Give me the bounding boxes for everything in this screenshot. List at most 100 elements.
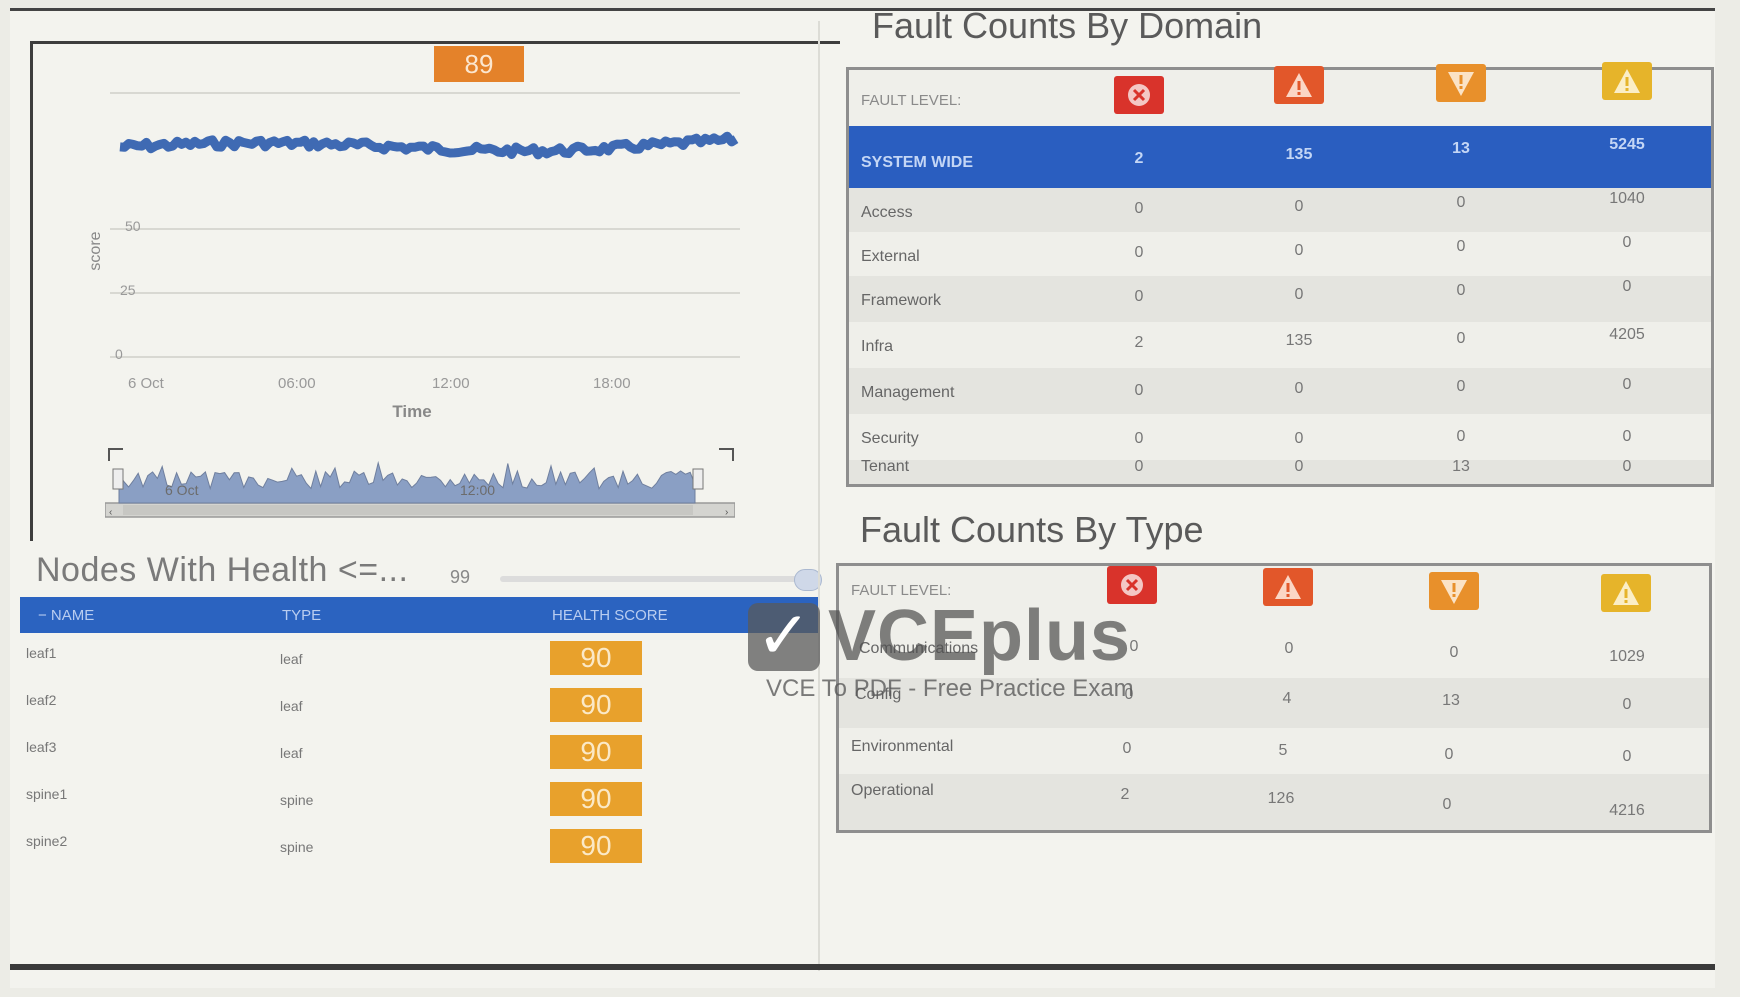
domain-row-external[interactable]: External 0 0 0 0 — [849, 232, 1711, 276]
count-warning[interactable]: 0 — [1587, 428, 1667, 446]
count-minor[interactable]: 0 — [1407, 796, 1487, 814]
domain-label: Management — [861, 384, 955, 401]
count-warning[interactable]: 4205 — [1587, 326, 1667, 344]
node-row-spine2[interactable]: spine2 spine 90 — [20, 821, 818, 868]
type-row-operational[interactable]: Operational 2 126 0 4216 — [839, 774, 1709, 830]
count-warning[interactable]: 0 — [1587, 748, 1667, 766]
count-minor[interactable]: 0 — [1421, 194, 1501, 212]
count-warning[interactable]: 0 — [1587, 278, 1667, 296]
x-tick-0600: 06:00 — [278, 375, 316, 392]
count-critical[interactable]: 0 — [1089, 686, 1169, 704]
health-threshold-slider[interactable] — [500, 576, 800, 582]
count-warning[interactable]: 0 — [1587, 234, 1667, 252]
node-row-leaf2[interactable]: leaf2 leaf 90 — [20, 680, 818, 727]
warning-icon[interactable] — [1602, 62, 1652, 100]
node-row-spine1[interactable]: spine1 spine 90 — [20, 774, 818, 821]
node-row-leaf3[interactable]: leaf3 leaf 90 — [20, 727, 818, 774]
type-row-config[interactable]: Config 0 4 13 0 — [839, 678, 1709, 728]
count-minor[interactable]: 0 — [1409, 746, 1489, 764]
health-score-badge: 90 — [550, 735, 642, 769]
node-type: spine — [280, 792, 314, 808]
domain-row-infra[interactable]: Infra 2 135 0 4205 — [849, 322, 1711, 368]
count-critical[interactable]: 0 — [1099, 244, 1179, 262]
navigator-left-handle[interactable] — [112, 468, 124, 490]
system-wide-critical[interactable]: 2 — [1099, 150, 1179, 168]
count-major[interactable]: 0 — [1259, 198, 1339, 216]
count-minor[interactable]: 0 — [1414, 644, 1494, 662]
panel-divider — [818, 21, 820, 971]
minor-icon[interactable] — [1436, 64, 1486, 102]
count-major[interactable]: 0 — [1259, 286, 1339, 304]
domain-row-security[interactable]: Security 0 0 0 0 — [849, 414, 1711, 460]
system-wide-warning[interactable]: 5245 — [1587, 136, 1667, 154]
domain-label: External — [861, 248, 920, 265]
count-warning[interactable]: 4216 — [1587, 802, 1667, 820]
system-wide-row[interactable]: SYSTEM WIDE 2 135 13 5245 — [849, 126, 1711, 188]
navigator-area — [118, 460, 696, 504]
count-major[interactable]: 0 — [1249, 640, 1329, 658]
count-warning[interactable]: 0 — [1587, 458, 1667, 476]
count-major[interactable]: 0 — [1259, 430, 1339, 448]
count-critical[interactable]: 0 — [1099, 200, 1179, 218]
critical-icon[interactable] — [1114, 76, 1164, 114]
warning-icon[interactable] — [1601, 574, 1651, 612]
domain-row-tenant[interactable]: Tenant 0 0 13 0 — [849, 458, 1711, 484]
major-icon[interactable] — [1274, 66, 1324, 104]
node-name: leaf2 — [26, 692, 57, 708]
count-minor[interactable]: 0 — [1421, 238, 1501, 256]
count-critical[interactable]: 0 — [1087, 740, 1167, 758]
type-row-environmental[interactable]: Environmental 0 5 0 0 — [839, 728, 1709, 774]
count-critical[interactable]: 0 — [1099, 458, 1179, 476]
count-warning[interactable]: 1040 — [1587, 190, 1667, 208]
count-critical[interactable]: 0 — [1099, 382, 1179, 400]
navigator-right-handle[interactable] — [692, 468, 704, 490]
fault-level-label: FAULT LEVEL: — [851, 582, 952, 599]
major-icon[interactable] — [1263, 568, 1313, 606]
fault-type-table: FAULT LEVEL: Communications 0 0 0 1029 C… — [836, 563, 1712, 833]
node-row-leaf1[interactable]: leaf1 leaf 90 — [20, 633, 818, 680]
count-major[interactable]: 0 — [1259, 380, 1339, 398]
domain-row-access[interactable]: Access 0 0 0 1040 — [849, 188, 1711, 232]
count-warning[interactable]: 0 — [1587, 696, 1667, 714]
count-warning[interactable]: 0 — [1587, 376, 1667, 394]
count-major[interactable]: 4 — [1247, 690, 1327, 708]
type-label: Environmental — [851, 738, 954, 755]
count-critical[interactable]: 2 — [1099, 334, 1179, 352]
node-name: leaf1 — [26, 645, 57, 661]
count-minor[interactable]: 0 — [1421, 378, 1501, 396]
domain-row-framework[interactable]: Framework 0 0 0 0 — [849, 276, 1711, 322]
system-wide-major[interactable]: 135 — [1259, 146, 1339, 164]
column-type[interactable]: TYPE — [282, 607, 321, 624]
count-major[interactable]: 0 — [1259, 242, 1339, 260]
count-minor[interactable]: 0 — [1421, 282, 1501, 300]
count-minor[interactable]: 0 — [1421, 330, 1501, 348]
fault-domain-title: Fault Counts By Domain — [872, 5, 1263, 46]
system-wide-minor[interactable]: 13 — [1421, 140, 1501, 158]
count-minor[interactable]: 13 — [1421, 458, 1501, 476]
navigator-scroll-thumb[interactable] — [123, 505, 693, 515]
critical-icon[interactable] — [1107, 566, 1157, 604]
count-critical[interactable]: 0 — [1099, 288, 1179, 306]
minor-icon[interactable] — [1429, 572, 1479, 610]
fault-domain-table: FAULT LEVEL: SYSTEM WIDE 2 135 13 5245 A… — [846, 62, 1714, 487]
count-critical[interactable]: 0 — [1094, 638, 1174, 656]
count-major[interactable]: 135 — [1259, 332, 1339, 350]
column-name[interactable]: − NAME — [38, 607, 94, 624]
count-critical[interactable]: 2 — [1085, 786, 1165, 804]
column-health-score[interactable]: HEALTH SCORE — [552, 607, 668, 624]
count-major[interactable]: 0 — [1259, 458, 1339, 476]
domain-row-management[interactable]: Management 0 0 0 0 — [849, 368, 1711, 414]
node-name: spine2 — [26, 833, 68, 849]
x-tick-1800: 18:00 — [593, 375, 631, 392]
count-major[interactable]: 5 — [1243, 742, 1323, 760]
svg-text:›: › — [725, 507, 728, 518]
count-minor[interactable]: 13 — [1411, 692, 1491, 710]
count-warning[interactable]: 1029 — [1587, 648, 1667, 666]
count-major[interactable]: 126 — [1241, 790, 1321, 808]
count-minor[interactable]: 0 — [1421, 428, 1501, 446]
type-label: Operational — [851, 782, 934, 799]
time-navigator[interactable]: 6 Oct 12:00 ‹ › — [105, 441, 735, 526]
type-row-communications[interactable]: Communications 0 0 0 1029 — [839, 630, 1709, 678]
count-critical[interactable]: 0 — [1099, 430, 1179, 448]
system-wide-label: SYSTEM WIDE — [861, 154, 974, 171]
